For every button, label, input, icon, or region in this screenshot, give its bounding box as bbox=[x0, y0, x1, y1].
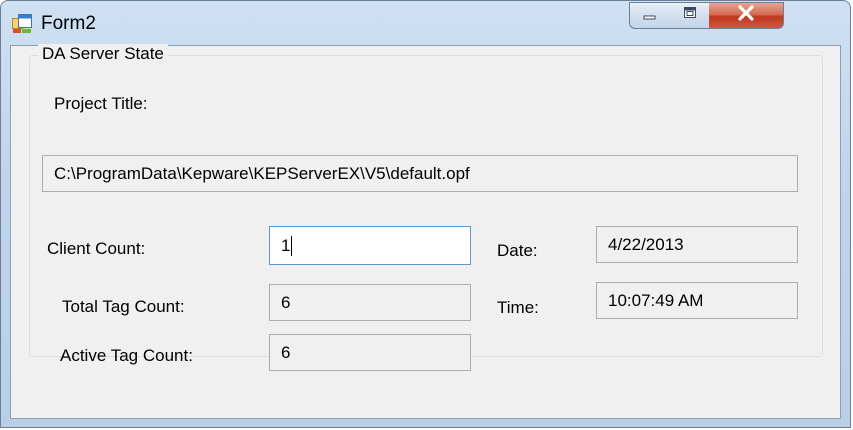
date-label: Date: bbox=[497, 241, 538, 260]
active-tag-count-field[interactable]: 6 bbox=[269, 334, 471, 371]
maximize-button[interactable] bbox=[670, 2, 710, 29]
active-tag-count-value: 6 bbox=[281, 342, 291, 362]
time-value: 10:07:49 AM bbox=[608, 290, 704, 310]
form2-window: Form2 DA Server State Project Title: C:\… bbox=[0, 0, 851, 428]
maximize-icon bbox=[682, 6, 698, 25]
project-title-label: Project Title: bbox=[54, 94, 148, 113]
active-tag-count-label: Active Tag Count: bbox=[60, 346, 193, 365]
client-count-field[interactable]: 1 bbox=[269, 226, 471, 265]
close-icon bbox=[737, 5, 755, 26]
title-bar[interactable]: Form2 bbox=[1, 1, 850, 45]
minimize-button[interactable] bbox=[629, 2, 671, 29]
client-count-value: 1 bbox=[281, 235, 291, 255]
project-title-field[interactable]: C:\ProgramData\Kepware\KEPServerEX\V5\de… bbox=[42, 155, 798, 192]
total-tag-count-label: Total Tag Count: bbox=[62, 297, 185, 316]
project-title-value: C:\ProgramData\Kepware\KEPServerEX\V5\de… bbox=[54, 163, 470, 183]
text-caret bbox=[291, 235, 293, 256]
winforms-app-icon bbox=[12, 14, 32, 34]
minimize-icon bbox=[642, 7, 658, 25]
date-value: 4/22/2013 bbox=[608, 234, 684, 254]
group-title: DA Server State bbox=[38, 44, 168, 64]
client-count-label: Client Count: bbox=[47, 239, 146, 258]
window-title: Form2 bbox=[41, 13, 96, 34]
close-button[interactable] bbox=[709, 2, 784, 29]
date-field[interactable]: 4/22/2013 bbox=[596, 226, 798, 263]
total-tag-count-value: 6 bbox=[281, 292, 291, 312]
time-label: Time: bbox=[497, 298, 539, 317]
total-tag-count-field[interactable]: 6 bbox=[269, 284, 471, 321]
time-field[interactable]: 10:07:49 AM bbox=[596, 282, 798, 319]
